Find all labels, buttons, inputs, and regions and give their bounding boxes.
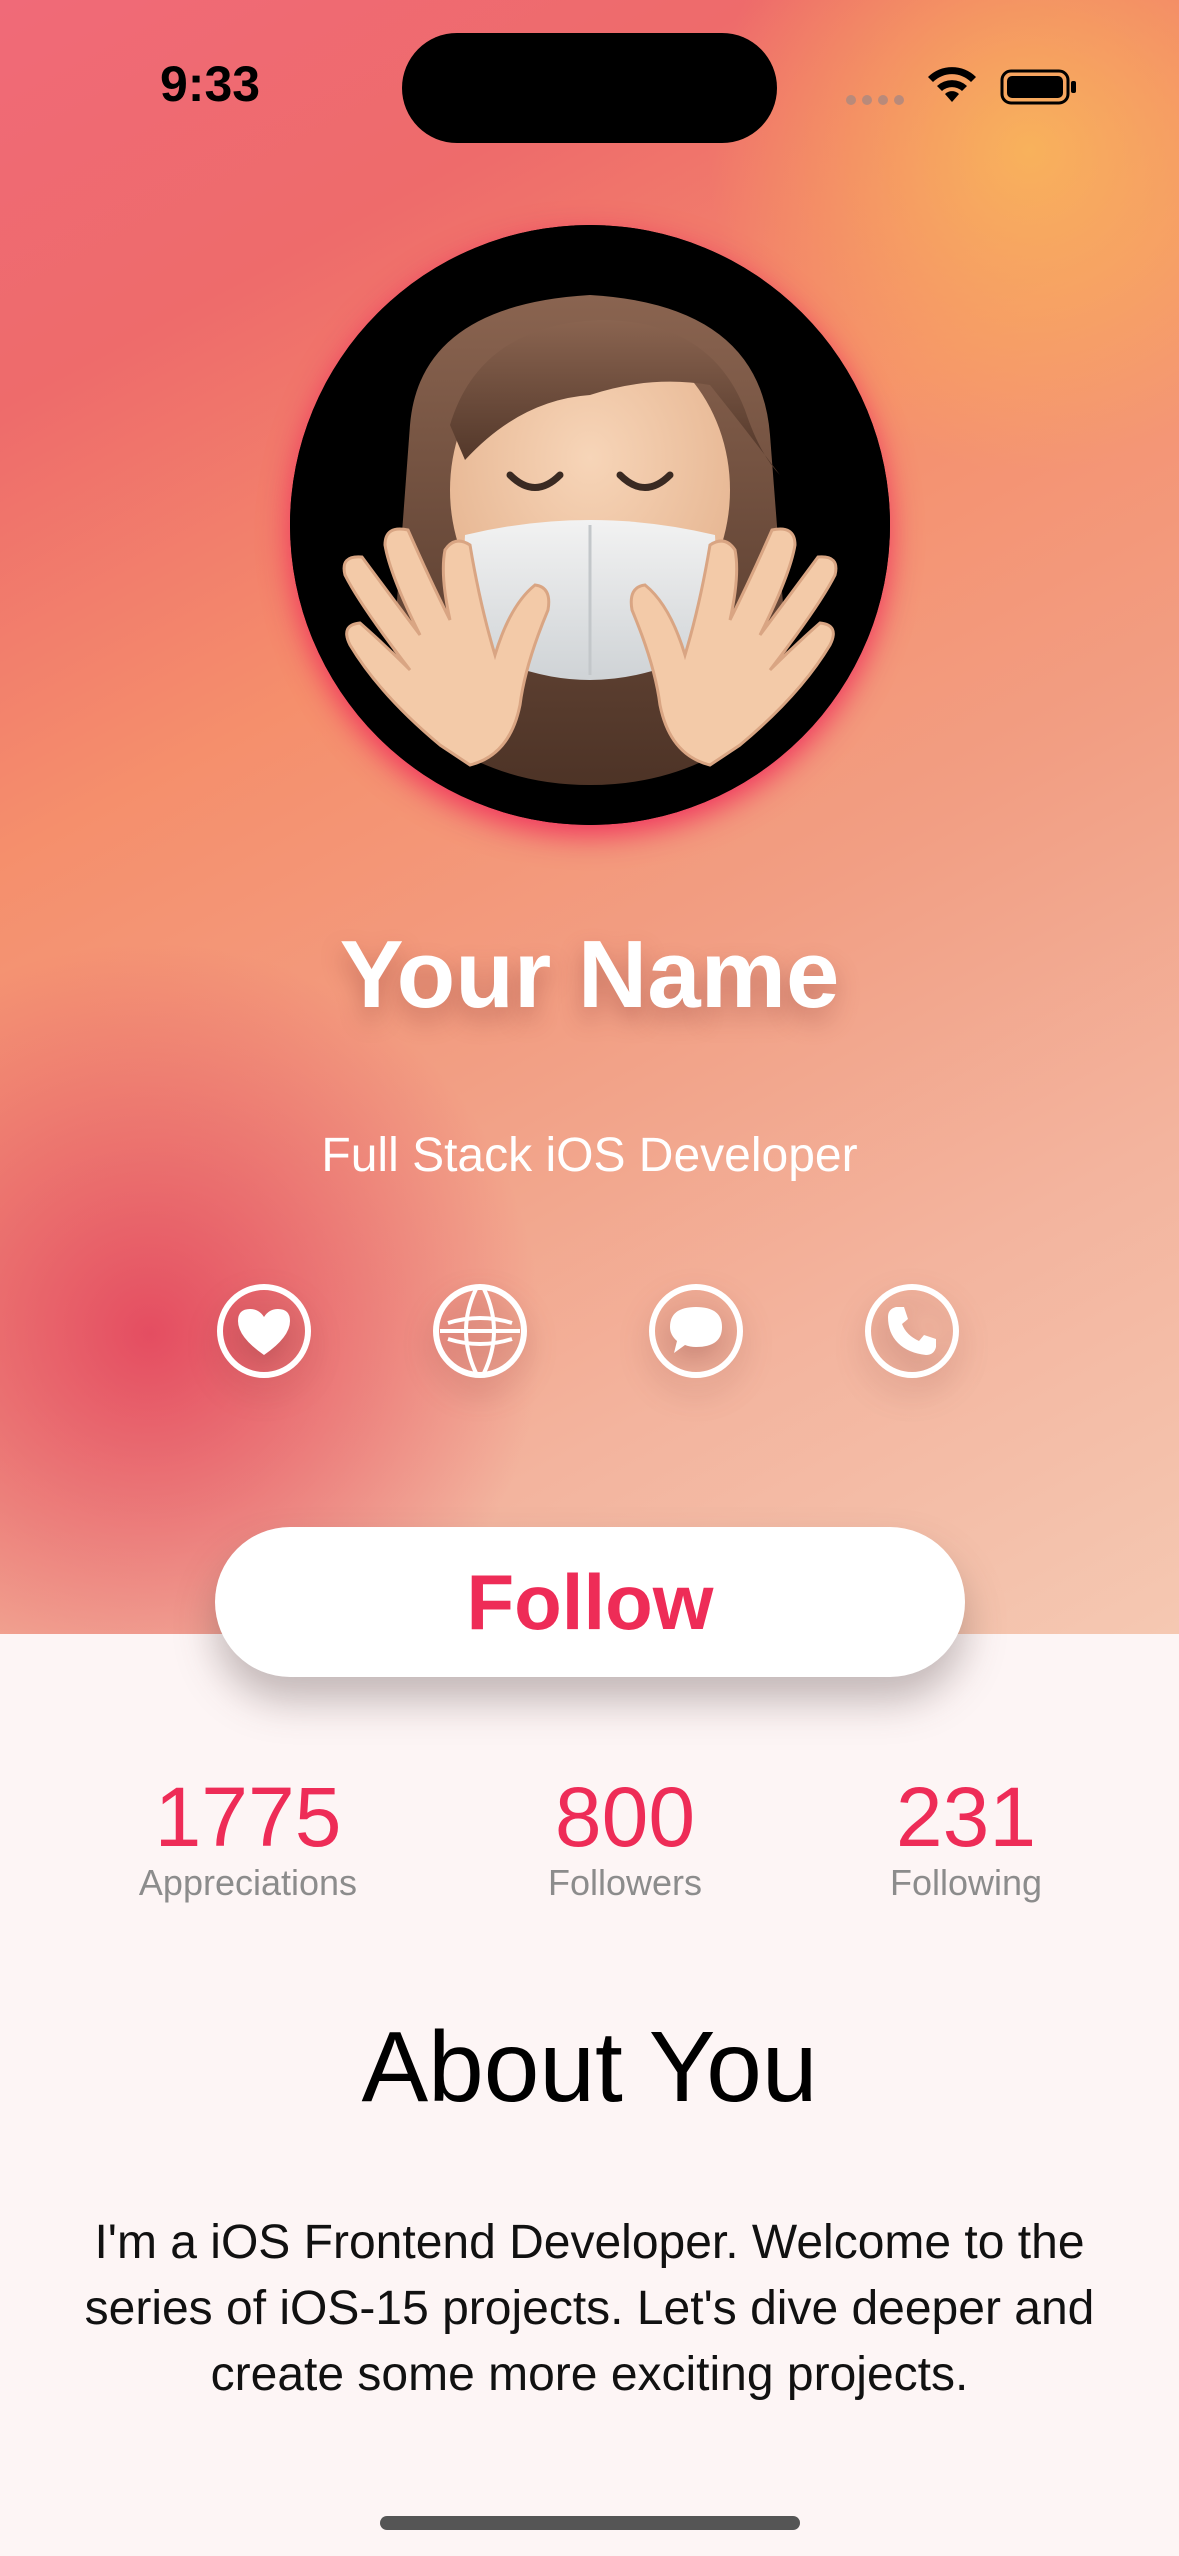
stat-label: Appreciations [138, 1862, 358, 1903]
dynamic-island [402, 33, 777, 143]
status-bar-time: 9:33 [160, 56, 261, 112]
call-button[interactable] [864, 1283, 960, 1379]
message-icon [649, 1284, 743, 1378]
cellular-signal-icon [846, 95, 904, 105]
stat-label: Followers [547, 1862, 703, 1903]
battery-icon [1000, 69, 1076, 105]
follow-button[interactable]: Follow [215, 1527, 965, 1677]
about-text: I'm a iOS Frontend Developer. Welcome to… [84, 2216, 1095, 2401]
stat-value: 231 [895, 1770, 1037, 1864]
heart-icon [217, 1284, 311, 1378]
globe-icon [433, 1284, 527, 1378]
message-button[interactable] [648, 1283, 744, 1379]
profile-name: Your Name [339, 921, 840, 1028]
phone-icon [865, 1284, 959, 1378]
website-button[interactable] [432, 1283, 528, 1379]
home-indicator[interactable] [380, 2516, 800, 2530]
stat-value: 1775 [154, 1770, 342, 1864]
stat-appreciations: 1775 Appreciations [88, 1772, 408, 1904]
memoji-avatar-image [290, 225, 890, 825]
heart-button[interactable] [216, 1283, 312, 1379]
stat-value: 800 [554, 1770, 696, 1864]
profile-role: Full Stack iOS Developer [321, 1129, 858, 1182]
stat-following: 231 Following [806, 1772, 1126, 1904]
about-title: About You [361, 2011, 818, 2123]
avatar [290, 225, 890, 825]
stat-label: Following [889, 1862, 1043, 1903]
stat-followers: 800 Followers [465, 1772, 785, 1904]
wifi-icon [928, 67, 976, 102]
